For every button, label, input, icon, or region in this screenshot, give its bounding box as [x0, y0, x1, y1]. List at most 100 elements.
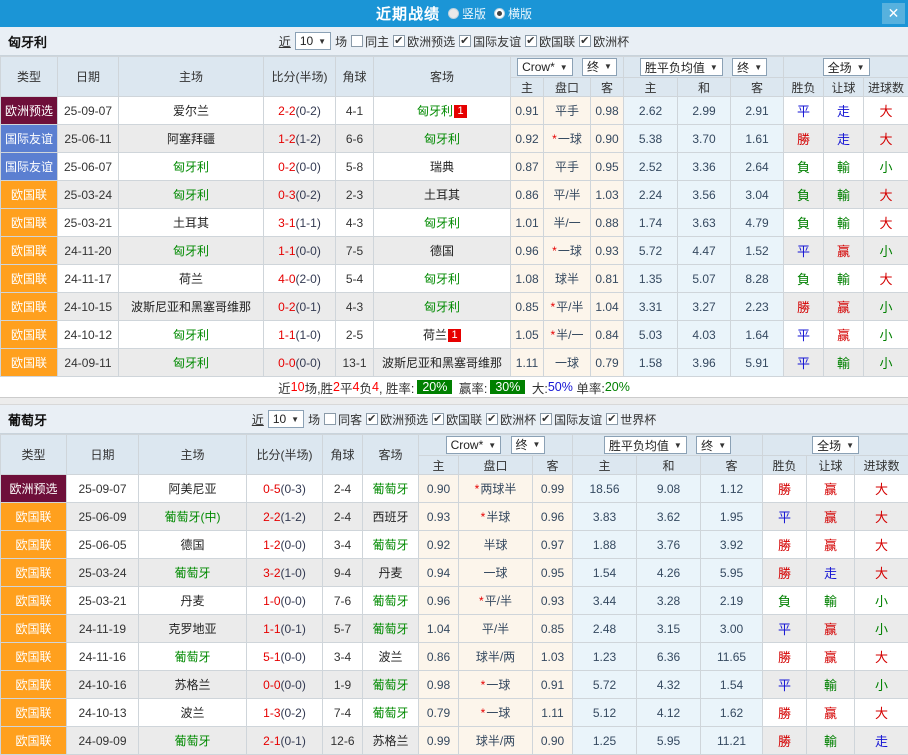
cell-avg-draw: 3.62: [637, 503, 701, 531]
avg-header-cell: 胜平负均值 终: [573, 435, 763, 456]
cell-handicap-line: *半球: [459, 503, 533, 531]
near-link[interactable]: 近: [252, 411, 264, 428]
cell-avg-away: 2.19: [701, 587, 763, 615]
cell-crow-away-odds: 0.93: [591, 237, 624, 265]
opponent-team-name: 苏格兰: [174, 678, 210, 692]
league-badge: 欧国联: [1, 321, 57, 348]
same-venue-checkbox[interactable]: 同主: [351, 33, 389, 50]
cell-crow-home-odds: 0.86: [419, 643, 459, 671]
cell-crow-home-odds: 1.01: [511, 209, 544, 237]
cell-handicap-result: 赢: [807, 531, 855, 559]
match-count-select[interactable]: 10: [295, 32, 331, 50]
fulltime-score: 3-1: [278, 216, 295, 230]
league-filter-欧洲杯[interactable]: 欧洲杯: [579, 33, 629, 50]
same-venue-checkbox[interactable]: 同客: [324, 411, 362, 428]
league-badge: 欧国联: [1, 265, 57, 292]
cell-away: 葡萄牙: [363, 699, 419, 727]
cell-handicap-result: 輸: [807, 727, 855, 755]
focus-team-name: 匈牙利: [173, 328, 209, 342]
league-badge: 欧洲预选: [1, 97, 57, 124]
odds-time-select[interactable]: 终: [511, 436, 546, 454]
league-filter-欧国联[interactable]: 欧国联: [432, 411, 482, 428]
checkbox-unchecked-icon[interactable]: [351, 35, 363, 47]
opponent-team-name: 波兰: [180, 706, 204, 720]
checkbox-checked-icon[interactable]: [525, 35, 537, 47]
close-button[interactable]: ✕: [882, 3, 905, 24]
cell-wdl-result: 勝: [784, 125, 824, 153]
avg-time-select[interactable]: 终: [696, 436, 731, 454]
league-badge: 欧国联: [1, 615, 66, 642]
cell-date: 25-03-24: [67, 559, 139, 587]
league-filter-国际友谊[interactable]: 国际友谊: [540, 411, 602, 428]
league-filter-label: 国际友谊: [554, 411, 602, 428]
cell-date: 25-06-09: [67, 503, 139, 531]
layout-radio-horizontal[interactable]: 横版: [494, 5, 532, 22]
league-badge: 国际友谊: [1, 153, 57, 180]
avg-time-select[interactable]: 终: [732, 58, 767, 76]
bookmaker-select[interactable]: Crow*: [446, 436, 502, 454]
cell-home: 葡萄牙: [139, 559, 247, 587]
cell-date: 25-03-24: [58, 181, 119, 209]
checkbox-checked-icon[interactable]: [579, 35, 591, 47]
cell-avg-draw: 3.27: [678, 293, 731, 321]
checkbox-checked-icon[interactable]: [486, 413, 498, 425]
cell-avg-home: 3.83: [573, 503, 637, 531]
table-header: 类型 日期 主场 比分(半场) 角球 客场 Crow* 终 胜平负均值 终: [1, 435, 908, 475]
layout-radio-vertical[interactable]: 竖版: [448, 5, 486, 22]
fulltime-score: 2-2: [263, 510, 280, 524]
league-filter-label: 欧国联: [446, 411, 482, 428]
col-handicap-line: 盘口: [544, 78, 591, 97]
fulltime-select[interactable]: 全场: [823, 58, 870, 76]
cell-league: 欧洲预选: [1, 97, 58, 125]
cell-crow-away-odds: 0.96: [533, 503, 573, 531]
focus-team-name: 葡萄牙: [372, 538, 408, 552]
league-filter-label: 欧洲预选: [380, 411, 428, 428]
league-filter-欧洲预选[interactable]: 欧洲预选: [366, 411, 428, 428]
cell-home: 葡萄牙: [139, 727, 247, 755]
checkbox-checked-icon[interactable]: [606, 413, 618, 425]
league-filter-欧国联[interactable]: 欧国联: [525, 33, 575, 50]
league-filter-欧洲预选[interactable]: 欧洲预选: [393, 33, 455, 50]
halftime-score: (0-1): [281, 622, 306, 636]
cell-league: 欧国联: [1, 531, 67, 559]
cell-away: 葡萄牙: [363, 475, 419, 503]
league-filter-国际友谊[interactable]: 国际友谊: [459, 33, 521, 50]
fulltime-select[interactable]: 全场: [812, 436, 859, 454]
checkbox-checked-icon[interactable]: [432, 413, 444, 425]
cell-score: 0-2(0-1): [264, 293, 336, 321]
col-corner: 角球: [323, 435, 363, 475]
filters: 近 10 场 同主 欧洲预选国际友谊欧国联欧洲杯: [279, 32, 629, 50]
cell-avg-draw: 4.03: [678, 321, 731, 349]
cell-corner: 2-3: [336, 181, 374, 209]
halftime-score: (0-2): [296, 188, 321, 202]
avg-select[interactable]: 胜平负均值: [640, 58, 723, 76]
bookmaker-select[interactable]: Crow*: [517, 58, 573, 76]
league-filter-世界杯[interactable]: 世界杯: [606, 411, 656, 428]
cell-goals-result: 大: [864, 181, 908, 209]
radio-unselected-icon[interactable]: [448, 8, 459, 19]
recent-results-window: 近期战绩 竖版 横版 ✕ 匈牙利 近 10 场 同主 欧洲预选国际友谊欧国联欧洲…: [0, 0, 908, 755]
avg-select[interactable]: 胜平负均值: [604, 436, 687, 454]
checkbox-checked-icon[interactable]: [393, 35, 405, 47]
cell-away: 葡萄牙: [363, 671, 419, 699]
cell-avg-home: 2.24: [624, 181, 678, 209]
cell-league: 欧国联: [1, 237, 58, 265]
match-row: 国际友谊25-06-07匈牙利0-2(0-0)5-8瑞典0.87平手0.952.…: [1, 153, 908, 181]
cell-wdl-result: 負: [784, 265, 824, 293]
checkbox-unchecked-icon[interactable]: [324, 413, 336, 425]
checkbox-checked-icon[interactable]: [366, 413, 378, 425]
checkbox-checked-icon[interactable]: [459, 35, 471, 47]
radio-selected-icon[interactable]: [494, 8, 505, 19]
match-count-select[interactable]: 10: [268, 410, 304, 428]
cell-home: 匈牙利: [119, 321, 264, 349]
opponent-team-name: 苏格兰: [372, 734, 408, 748]
league-filter-欧洲杯[interactable]: 欧洲杯: [486, 411, 536, 428]
cell-goals-result: 大: [855, 475, 908, 503]
checkbox-checked-icon[interactable]: [540, 413, 552, 425]
near-link[interactable]: 近: [279, 33, 291, 50]
cell-wdl-result: 勝: [763, 475, 807, 503]
cell-away: 葡萄牙: [363, 587, 419, 615]
cell-handicap-result: 赢: [824, 237, 864, 265]
halftime-score: (0-2): [296, 104, 321, 118]
odds-time-select[interactable]: 终: [582, 58, 617, 76]
